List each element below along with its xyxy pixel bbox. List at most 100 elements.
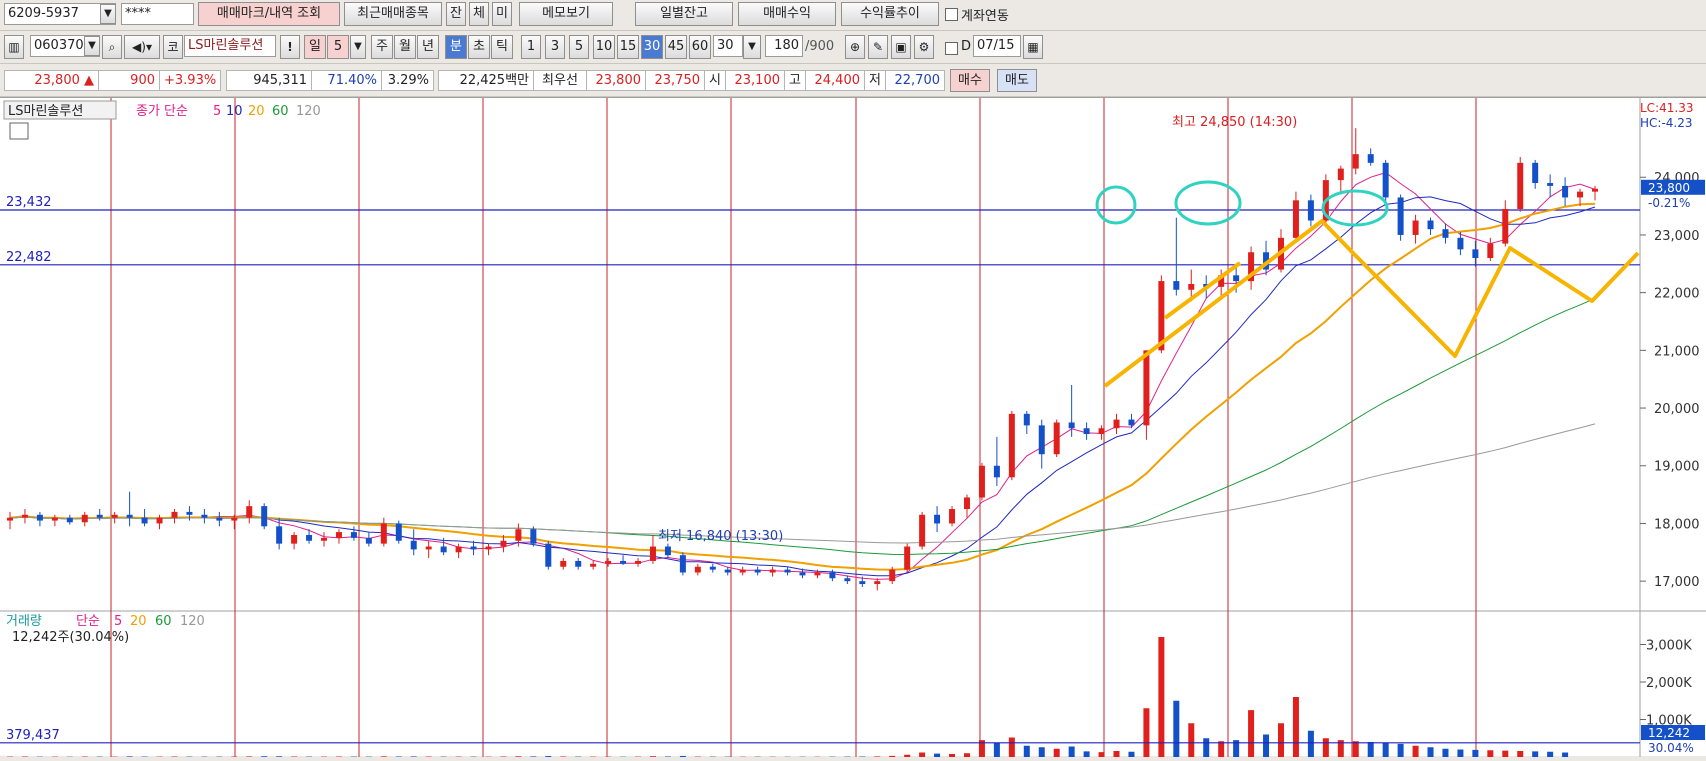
volume-bar <box>1218 741 1224 757</box>
candle-body <box>37 515 43 521</box>
volume-bar <box>1293 697 1299 757</box>
candle-body <box>919 515 925 547</box>
candle-body <box>1039 425 1045 454</box>
period-week-button[interactable]: 주 <box>371 35 393 59</box>
buy-button[interactable]: 매수 <box>950 69 990 92</box>
chart-canvas[interactable]: 24,00023,00022,00021,00020,00019,00018,0… <box>0 98 1706 757</box>
date-checkbox[interactable] <box>945 42 958 55</box>
candle-body <box>695 567 701 573</box>
interval-1-button[interactable]: 1 <box>521 35 541 59</box>
volume-bar <box>381 756 387 757</box>
trade-mark-button[interactable]: 매매마크/내역 조회 <box>198 2 340 26</box>
volume-bar <box>994 743 1000 757</box>
ma120-line <box>10 424 1595 543</box>
interval-60-button[interactable]: 60 <box>689 35 711 59</box>
period-count[interactable]: 5 <box>327 35 349 59</box>
trade-profit-button[interactable]: 매매수익 <box>738 2 836 26</box>
alert-button[interactable]: ! <box>280 35 300 59</box>
interval-dropdown-icon[interactable]: ▼ <box>743 35 761 59</box>
interval-select[interactable]: 30 <box>713 35 743 57</box>
crosshair-icon[interactable]: ⊕ <box>845 35 865 59</box>
unfilled-button[interactable]: 미 <box>492 2 512 26</box>
volume-bar <box>1099 752 1105 757</box>
interval-10-button[interactable]: 10 <box>593 35 615 59</box>
candle-body <box>112 515 118 518</box>
interval-45-button[interactable]: 45 <box>665 35 687 59</box>
period-minute-button[interactable]: 분 <box>445 35 467 59</box>
volume-bar <box>1158 637 1164 757</box>
volume-bar <box>1562 753 1568 758</box>
layout-icon[interactable]: ▥ <box>4 35 24 59</box>
volume: 945,311 <box>226 70 312 91</box>
turnover: 3.29% <box>381 70 434 91</box>
candle-body <box>426 547 432 550</box>
period-day-button[interactable]: 일 <box>304 35 326 59</box>
period-second-button[interactable]: 초 <box>468 35 490 59</box>
hc-value: HC:-4.23 <box>1640 116 1693 130</box>
calendar-icon[interactable]: ▦ <box>1023 35 1043 59</box>
memo-button[interactable]: 메모보기 <box>519 2 613 26</box>
filled-button[interactable]: 체 <box>469 2 489 26</box>
volume-last-value: 12,242주(30.04%) <box>12 630 129 645</box>
volume-bar <box>1024 746 1030 757</box>
candle-body <box>770 570 776 573</box>
candle-body <box>1383 163 1389 198</box>
search-icon[interactable]: ⌕ <box>102 35 122 59</box>
volume-bar <box>1323 738 1329 757</box>
interval-3-button[interactable]: 3 <box>545 35 565 59</box>
speaker-icon[interactable]: ◀)▾ <box>124 35 160 59</box>
volume-bar <box>545 756 551 757</box>
candle-body <box>1308 200 1314 220</box>
candle-body <box>814 572 820 575</box>
save-icon[interactable]: ▣ <box>891 35 911 59</box>
table-toggle-icon[interactable] <box>10 123 28 139</box>
return-trend-button[interactable]: 수익률추이 <box>841 2 939 26</box>
period-dropdown-icon[interactable]: ▼ <box>350 35 366 59</box>
ma-label: 종가 단순 <box>136 104 188 119</box>
volume-bar <box>127 756 133 757</box>
interval-30-button[interactable]: 30 <box>641 35 663 59</box>
candle-body <box>530 529 536 543</box>
code-dropdown-icon[interactable]: ▼ <box>84 36 100 56</box>
candle-body <box>1428 221 1434 230</box>
volume-bar <box>1128 752 1134 757</box>
stock-name-field[interactable]: LS마린솔루션 <box>184 35 276 57</box>
candle-body <box>82 515 88 523</box>
candle-body <box>635 561 641 564</box>
price-axis-label: 23,000 <box>1654 229 1700 244</box>
balance-button[interactable]: 잔 <box>446 2 466 26</box>
volume-bar <box>411 756 417 757</box>
chart-area[interactable]: 24,00023,00022,00021,00020,00019,00018,0… <box>0 97 1706 756</box>
account-dropdown-icon[interactable]: ▼ <box>100 4 116 24</box>
period-month-button[interactable]: 월 <box>394 35 416 59</box>
date-label: D <box>961 39 971 54</box>
date-input[interactable]: 07/15 <box>973 35 1021 57</box>
interval-5-button[interactable]: 5 <box>569 35 589 59</box>
account-link-checkbox[interactable] <box>945 8 958 21</box>
bar-count-input[interactable]: 180 <box>765 35 803 57</box>
price-change-pct: +3.93% <box>159 70 221 91</box>
sell-button[interactable]: 매도 <box>997 69 1037 92</box>
candle-body <box>1457 238 1463 250</box>
ma-period-label: 120 <box>296 104 321 119</box>
market-badge: 코 <box>163 35 183 59</box>
period-year-button[interactable]: 년 <box>417 35 439 59</box>
candle-body <box>785 570 791 573</box>
candle-body <box>336 532 342 538</box>
volume-bar <box>1368 742 1374 757</box>
candle-body <box>216 518 222 521</box>
price-axis-label: 18,000 <box>1654 517 1700 532</box>
low-price: 22,700 <box>885 70 945 91</box>
candle-body <box>1442 229 1448 238</box>
volume-bar <box>1069 747 1075 758</box>
daily-balance-button[interactable]: 일별잔고 <box>635 2 733 26</box>
interval-15-button[interactable]: 15 <box>617 35 639 59</box>
gear-icon[interactable]: ⚙ <box>914 35 934 59</box>
volume-ma-period: 20 <box>130 614 147 629</box>
recent-trades-button[interactable]: 최근매매종목 <box>344 2 442 26</box>
candle-body <box>201 515 207 518</box>
candle-body <box>471 547 477 550</box>
password-field[interactable]: **** <box>121 3 194 25</box>
period-tick-button[interactable]: 틱 <box>491 35 513 59</box>
drawing-tools-icon[interactable]: ✎ <box>868 35 888 59</box>
